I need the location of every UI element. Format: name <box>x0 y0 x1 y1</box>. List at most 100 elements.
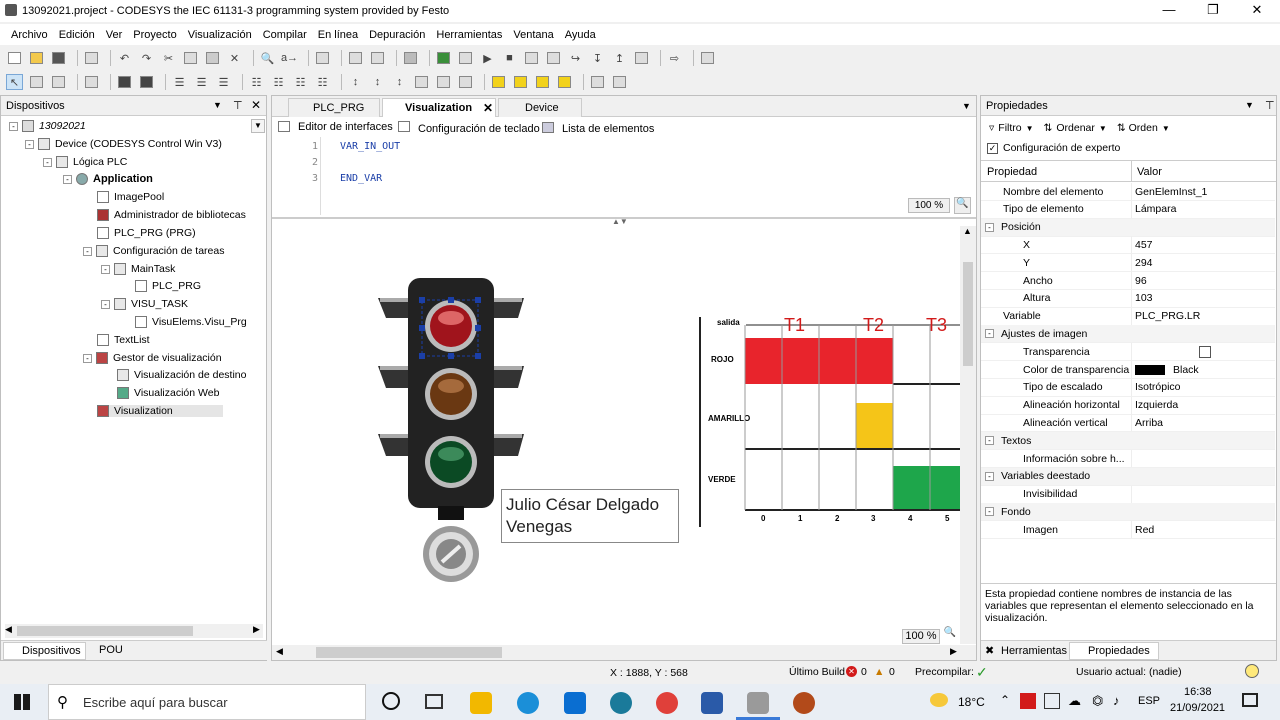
align-right-icon[interactable]: ☰ <box>215 74 232 90</box>
same-width-icon[interactable]: ↕ <box>347 74 364 90</box>
property-row[interactable]: Color de transparencia Black <box>981 361 1275 379</box>
send-backward-icon[interactable] <box>534 74 551 90</box>
property-category[interactable]: - Textos <box>981 432 1275 451</box>
group-icon[interactable] <box>116 74 133 90</box>
new-file-icon[interactable] <box>6 50 23 66</box>
paste-icon[interactable] <box>204 50 221 66</box>
warning-count[interactable]: 0 <box>889 666 895 678</box>
tree-item-imagepool[interactable]: ImagePool <box>97 191 164 203</box>
property-value[interactable]: GenElemInst_1 <box>1135 186 1207 198</box>
tab-device[interactable]: Device <box>498 98 582 117</box>
open-folder-icon[interactable] <box>28 50 45 66</box>
property-value[interactable]: Arriba <box>1135 417 1163 429</box>
menu-ayuda[interactable]: Ayuda <box>565 29 596 41</box>
cortana-icon[interactable] <box>382 692 400 710</box>
subtab-interface-editor[interactable]: Editor de interfaces <box>298 121 393 133</box>
tab-herramientas[interactable]: Herramientas <box>1001 645 1067 657</box>
tree-item-application[interactable]: - Application <box>63 173 153 185</box>
menu-archivo[interactable]: Archivo <box>11 29 48 41</box>
send-back-icon[interactable] <box>556 74 573 90</box>
tree-item-task-config[interactable]: - Configuración de tareas <box>83 245 225 257</box>
menu-depuracion[interactable]: Depuración <box>369 29 425 41</box>
microphone-icon[interactable]: ♪ <box>1113 693 1120 708</box>
property-category[interactable]: - Variables deestado <box>981 467 1275 486</box>
visu-canvas[interactable]: Julio César Delgado Venegas salida T1 T2… <box>272 223 960 645</box>
clock-date[interactable]: 21/09/2021 <box>1170 702 1225 714</box>
word-icon[interactable] <box>701 692 723 714</box>
zoom-top-field[interactable]: 100 % <box>908 198 950 213</box>
usb-icon[interactable]: ⏣ <box>1092 693 1103 709</box>
reset-icon[interactable] <box>523 50 540 66</box>
property-row[interactable]: Alineación vertical Arriba <box>981 414 1275 433</box>
canvas-vscrollbar[interactable]: ▲ <box>960 226 976 644</box>
add-object-icon[interactable] <box>369 50 386 66</box>
tree-item-web-visu[interactable]: Visualización Web <box>117 387 219 399</box>
undo-icon[interactable]: ↶ <box>116 50 133 66</box>
compile-icon[interactable] <box>402 50 419 66</box>
align-center-icon[interactable]: ☰ <box>193 74 210 90</box>
property-value[interactable]: Lámpara <box>1135 203 1176 215</box>
run-icon[interactable]: ▶ <box>479 50 496 66</box>
property-row[interactable]: Tipo de elemento Lámpara <box>981 200 1275 219</box>
bring-forward-icon[interactable] <box>512 74 529 90</box>
ungroup-icon[interactable] <box>138 74 155 90</box>
precompile-ok-icon[interactable]: ✓ <box>976 664 988 681</box>
task-view-icon[interactable] <box>425 694 443 709</box>
canvas-hscrollbar[interactable]: ◀ ▶ <box>272 645 976 660</box>
breakpoint-icon[interactable] <box>545 50 562 66</box>
property-row[interactable]: Información sobre h... <box>981 450 1275 468</box>
property-row[interactable]: Variable PLC_PRG.LR <box>981 307 1275 326</box>
select-all-icon[interactable] <box>314 50 331 66</box>
property-row[interactable]: Y 294 <box>981 254 1275 273</box>
property-category[interactable]: - Fondo <box>981 503 1275 522</box>
collapse-icon[interactable]: - <box>985 222 994 232</box>
force-icon[interactable] <box>633 50 650 66</box>
edge-icon[interactable] <box>517 692 539 714</box>
zoom-bottom-icon[interactable]: 🔍 <box>942 627 958 643</box>
tree-item-library-manager[interactable]: Administrador de bibliotecas <box>97 209 246 221</box>
menu-ventana[interactable]: Ventana <box>513 29 553 41</box>
devices-hscrollbar[interactable]: ◀ ▶ <box>5 624 263 638</box>
author-name-box[interactable]: Julio César Delgado Venegas <box>501 489 679 543</box>
menu-proyecto[interactable]: Proyecto <box>133 29 176 41</box>
mail-icon[interactable] <box>564 692 586 714</box>
distribute-icon[interactable]: ☷ <box>314 74 331 90</box>
keyboard-icon[interactable] <box>50 74 67 90</box>
codesys-icon[interactable] <box>747 692 769 714</box>
error-count[interactable]: 0 <box>861 666 867 678</box>
property-row[interactable]: Ancho 96 <box>981 272 1275 290</box>
windows-start-icon[interactable] <box>14 694 30 710</box>
save-icon[interactable] <box>50 50 67 66</box>
property-value[interactable]: Isotrópico <box>1135 381 1181 393</box>
tree-item-device[interactable]: - Device (CODESYS Control Win V3) <box>25 138 222 150</box>
tree-item-visu-manager[interactable]: - Gestor de visualización <box>83 352 222 364</box>
property-row[interactable]: Altura 103 <box>981 289 1275 308</box>
watch-icon[interactable] <box>699 50 716 66</box>
align-top-icon[interactable]: ☷ <box>248 74 265 90</box>
menu-edicion[interactable]: Edición <box>59 29 95 41</box>
maximize-icon[interactable]: ❐ <box>1191 0 1235 22</box>
transparency-checkbox[interactable] <box>1199 346 1211 359</box>
step-out-icon[interactable]: ↥ <box>611 50 628 66</box>
property-row[interactable]: Tipo de escalado Isotrópico <box>981 378 1275 397</box>
logout-icon[interactable] <box>457 50 474 66</box>
frame-icon[interactable] <box>83 74 100 90</box>
ccleaner-icon[interactable] <box>610 692 632 714</box>
collapse-icon[interactable]: - <box>985 329 994 339</box>
traffic-light-image[interactable] <box>372 278 532 593</box>
property-value[interactable]: 96 <box>1135 275 1147 287</box>
menu-herramientas[interactable]: Herramientas <box>436 29 502 41</box>
color-swatch[interactable] <box>1135 365 1165 375</box>
language-indicator[interactable]: ESP <box>1138 695 1160 707</box>
find-icon[interactable]: 🔍 <box>259 50 276 66</box>
cut-icon[interactable]: ✂ <box>160 50 177 66</box>
unlock-icon[interactable] <box>611 74 628 90</box>
redo-icon[interactable]: ↷ <box>138 50 155 66</box>
tree-item-plc-logic[interactable]: - Lógica PLC <box>43 156 127 168</box>
filter-button[interactable]: Filtro <box>998 122 1021 134</box>
network-icon[interactable]: ☁ <box>1068 693 1081 709</box>
tree-item-visu-prg[interactable]: VisuElems.Visu_Prg <box>135 316 247 328</box>
expert-config[interactable]: ✓ Configuración de experto <box>987 142 1120 154</box>
taskbar-search[interactable]: ⚲ Escribe aquí para buscar <box>48 684 366 720</box>
property-value[interactable]: 103 <box>1135 292 1153 304</box>
